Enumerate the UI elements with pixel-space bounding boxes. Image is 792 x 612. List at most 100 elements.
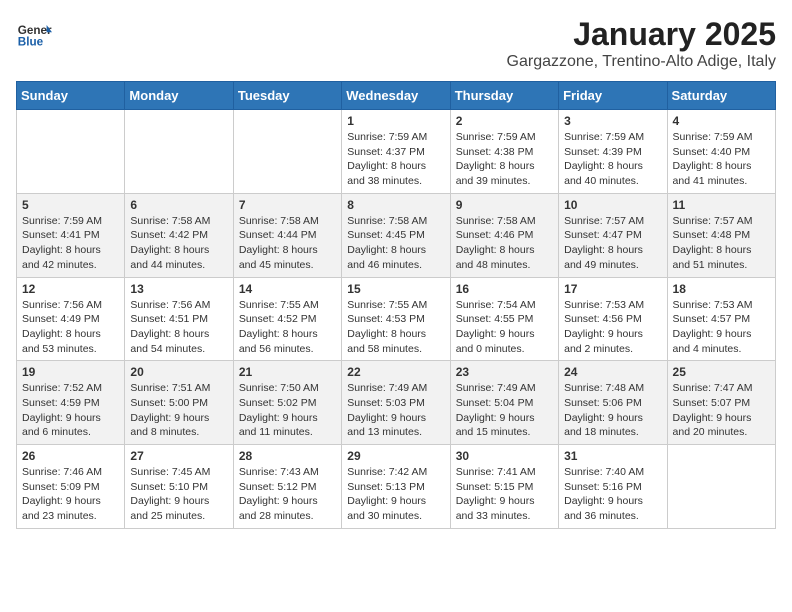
column-header-friday: Friday — [559, 82, 667, 110]
day-info: Sunrise: 7:58 AM Sunset: 4:44 PM Dayligh… — [239, 214, 336, 273]
calendar-cell: 20 Sunrise: 7:51 AM Sunset: 5:00 PM Dayli… — [125, 361, 233, 445]
calendar-cell: 15 Sunrise: 7:55 AM Sunset: 4:53 PM Dayli… — [342, 277, 450, 361]
day-number: 16 — [456, 282, 553, 296]
calendar-week-row: 26Sunrise: 7:46 AM Sunset: 5:09 PM Dayli… — [17, 445, 776, 529]
day-number: 1 — [347, 114, 444, 128]
day-number: 25 — [673, 365, 770, 379]
day-info: Sunrise: 7:47 AM Sunset: 5:07 PM Dayligh… — [673, 381, 770, 440]
day-number: 31 — [564, 449, 661, 463]
page-title: January 2025 — [507, 16, 776, 53]
day-info: Sunrise: 7:57 AM Sunset: 4:48 PM Dayligh… — [673, 214, 770, 273]
day-number: 28 — [239, 449, 336, 463]
calendar-cell: 19 Sunrise: 7:52 AM Sunset: 4:59 PM Dayli… — [17, 361, 125, 445]
calendar-cell: 14 Sunrise: 7:55 AM Sunset: 4:52 PM Dayli… — [233, 277, 341, 361]
day-info: Sunrise: 7:53 AM Sunset: 4:56 PM Dayligh… — [564, 298, 661, 357]
day-info: Sunrise: 7:48 AM Sunset: 5:06 PM Dayligh… — [564, 381, 661, 440]
day-number: 8 — [347, 198, 444, 212]
calendar-cell: 21Sunrise: 7:50 AM Sunset: 5:02 PM Dayli… — [233, 361, 341, 445]
day-info: Sunrise: 7:41 AM Sunset: 5:15 PM Dayligh… — [456, 465, 553, 524]
day-info: Sunrise: 7:46 AM Sunset: 5:09 PM Dayligh… — [22, 465, 119, 524]
calendar-cell: 17 Sunrise: 7:53 AM Sunset: 4:56 PM Dayli… — [559, 277, 667, 361]
day-info: Sunrise: 7:56 AM Sunset: 4:51 PM Dayligh… — [130, 298, 227, 357]
calendar-cell: 2 Sunrise: 7:59 AM Sunset: 4:38 PM Daylig… — [450, 110, 558, 194]
day-number: 7 — [239, 198, 336, 212]
day-info: Sunrise: 7:59 AM Sunset: 4:40 PM Dayligh… — [673, 130, 770, 189]
calendar-cell: 22 Sunrise: 7:49 AM Sunset: 5:03 PM Dayli… — [342, 361, 450, 445]
day-info: Sunrise: 7:49 AM Sunset: 5:04 PM Dayligh… — [456, 381, 553, 440]
page-header: General Blue January 2025 Gargazzone, Tr… — [16, 16, 776, 71]
day-number: 3 — [564, 114, 661, 128]
calendar-cell: 9 Sunrise: 7:58 AM Sunset: 4:46 PM Daylig… — [450, 193, 558, 277]
calendar-cell — [233, 110, 341, 194]
calendar-cell: 24 Sunrise: 7:48 AM Sunset: 5:06 PM Dayli… — [559, 361, 667, 445]
calendar-cell: 10 Sunrise: 7:57 AM Sunset: 4:47 PM Dayli… — [559, 193, 667, 277]
day-number: 29 — [347, 449, 444, 463]
day-number: 18 — [673, 282, 770, 296]
calendar-cell — [125, 110, 233, 194]
title-block: January 2025 Gargazzone, Trentino-Alto A… — [507, 16, 776, 71]
calendar-cell: 16 Sunrise: 7:54 AM Sunset: 4:55 PM Dayli… — [450, 277, 558, 361]
column-header-wednesday: Wednesday — [342, 82, 450, 110]
day-number: 9 — [456, 198, 553, 212]
calendar-cell: 25 Sunrise: 7:47 AM Sunset: 5:07 PM Dayli… — [667, 361, 775, 445]
column-header-monday: Monday — [125, 82, 233, 110]
svg-text:Blue: Blue — [18, 36, 44, 49]
day-info: Sunrise: 7:55 AM Sunset: 4:52 PM Dayligh… — [239, 298, 336, 357]
day-number: 13 — [130, 282, 227, 296]
day-number: 14 — [239, 282, 336, 296]
calendar-cell: 12 Sunrise: 7:56 AM Sunset: 4:49 PM Dayli… — [17, 277, 125, 361]
column-header-saturday: Saturday — [667, 82, 775, 110]
day-info: Sunrise: 7:52 AM Sunset: 4:59 PM Dayligh… — [22, 381, 119, 440]
day-number: 19 — [22, 365, 119, 379]
calendar-cell: 18Sunrise: 7:53 AM Sunset: 4:57 PM Dayli… — [667, 277, 775, 361]
calendar-cell — [667, 445, 775, 529]
day-number: 15 — [347, 282, 444, 296]
logo: General Blue — [16, 16, 52, 52]
day-info: Sunrise: 7:42 AM Sunset: 5:13 PM Dayligh… — [347, 465, 444, 524]
calendar-table: SundayMondayTuesdayWednesdayThursdayFrid… — [16, 81, 776, 529]
calendar-header-row: SundayMondayTuesdayWednesdayThursdayFrid… — [17, 82, 776, 110]
calendar-cell: 31 Sunrise: 7:40 AM Sunset: 5:16 PM Dayli… — [559, 445, 667, 529]
calendar-cell: 27 Sunrise: 7:45 AM Sunset: 5:10 PM Dayli… — [125, 445, 233, 529]
day-info: Sunrise: 7:40 AM Sunset: 5:16 PM Dayligh… — [564, 465, 661, 524]
day-number: 12 — [22, 282, 119, 296]
day-info: Sunrise: 7:58 AM Sunset: 4:42 PM Dayligh… — [130, 214, 227, 273]
day-number: 20 — [130, 365, 227, 379]
day-info: Sunrise: 7:49 AM Sunset: 5:03 PM Dayligh… — [347, 381, 444, 440]
day-number: 30 — [456, 449, 553, 463]
calendar-cell: 3 Sunrise: 7:59 AM Sunset: 4:39 PM Daylig… — [559, 110, 667, 194]
day-number: 5 — [22, 198, 119, 212]
day-number: 23 — [456, 365, 553, 379]
day-info: Sunrise: 7:59 AM Sunset: 4:38 PM Dayligh… — [456, 130, 553, 189]
day-number: 2 — [456, 114, 553, 128]
calendar-cell: 29 Sunrise: 7:42 AM Sunset: 5:13 PM Dayli… — [342, 445, 450, 529]
calendar-cell: 28Sunrise: 7:43 AM Sunset: 5:12 PM Dayli… — [233, 445, 341, 529]
day-info: Sunrise: 7:58 AM Sunset: 4:46 PM Dayligh… — [456, 214, 553, 273]
logo-icon: General Blue — [16, 16, 52, 52]
calendar-cell: 8 Sunrise: 7:58 AM Sunset: 4:45 PM Daylig… — [342, 193, 450, 277]
calendar-week-row: 19 Sunrise: 7:52 AM Sunset: 4:59 PM Dayli… — [17, 361, 776, 445]
day-number: 11 — [673, 198, 770, 212]
page-subtitle: Gargazzone, Trentino-Alto Adige, Italy — [507, 53, 776, 71]
day-number: 27 — [130, 449, 227, 463]
day-info: Sunrise: 7:55 AM Sunset: 4:53 PM Dayligh… — [347, 298, 444, 357]
calendar-cell: 23 Sunrise: 7:49 AM Sunset: 5:04 PM Dayli… — [450, 361, 558, 445]
calendar-cell: 13 Sunrise: 7:56 AM Sunset: 4:51 PM Dayli… — [125, 277, 233, 361]
column-header-sunday: Sunday — [17, 82, 125, 110]
day-info: Sunrise: 7:45 AM Sunset: 5:10 PM Dayligh… — [130, 465, 227, 524]
day-number: 17 — [564, 282, 661, 296]
day-info: Sunrise: 7:56 AM Sunset: 4:49 PM Dayligh… — [22, 298, 119, 357]
calendar-cell: 6Sunrise: 7:58 AM Sunset: 4:42 PM Daylig… — [125, 193, 233, 277]
day-number: 22 — [347, 365, 444, 379]
calendar-cell: 4Sunrise: 7:59 AM Sunset: 4:40 PM Daylig… — [667, 110, 775, 194]
day-number: 24 — [564, 365, 661, 379]
day-info: Sunrise: 7:50 AM Sunset: 5:02 PM Dayligh… — [239, 381, 336, 440]
calendar-week-row: 12 Sunrise: 7:56 AM Sunset: 4:49 PM Dayli… — [17, 277, 776, 361]
day-info: Sunrise: 7:59 AM Sunset: 4:39 PM Dayligh… — [564, 130, 661, 189]
day-number: 10 — [564, 198, 661, 212]
column-header-tuesday: Tuesday — [233, 82, 341, 110]
day-info: Sunrise: 7:57 AM Sunset: 4:47 PM Dayligh… — [564, 214, 661, 273]
day-info: Sunrise: 7:51 AM Sunset: 5:00 PM Dayligh… — [130, 381, 227, 440]
day-info: Sunrise: 7:54 AM Sunset: 4:55 PM Dayligh… — [456, 298, 553, 357]
day-info: Sunrise: 7:58 AM Sunset: 4:45 PM Dayligh… — [347, 214, 444, 273]
